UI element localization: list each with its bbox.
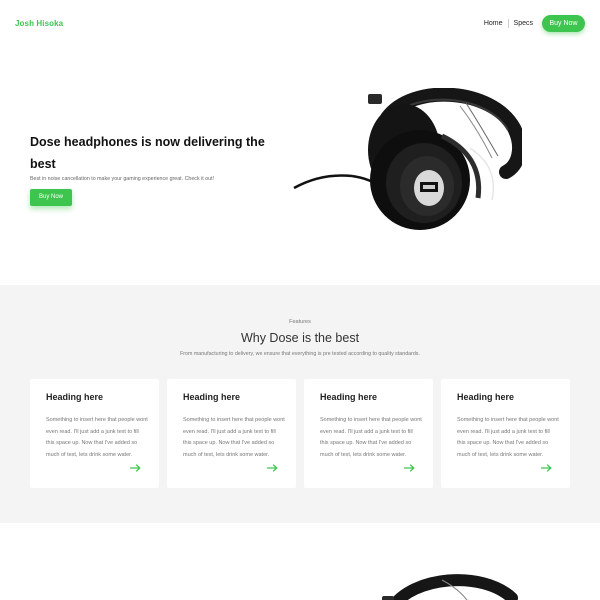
features-title: Why Dose is the best (240, 331, 360, 345)
card-heading: Heading here (46, 392, 104, 402)
card-body: Something to insert here that people won… (457, 417, 559, 458)
card-heading: Heading here (320, 392, 378, 402)
feature-card: Heading here Something to insert here th… (167, 379, 296, 488)
arrow-right-icon[interactable] (541, 464, 552, 472)
hero-buy-now-button[interactable]: Buy Now (30, 189, 72, 206)
arrow-right-icon[interactable] (404, 464, 415, 472)
feature-card: Heading here Something to insert here th… (304, 379, 433, 488)
features-section: Features Why Dose is the best From manuf… (0, 285, 600, 523)
feature-card: Heading here Something to insert here th… (441, 379, 570, 488)
top-nav: Josh Hisoka Home Specs Buy Now (0, 0, 600, 48)
headphones-icon (382, 574, 518, 600)
hero-title: Dose headphones is now delivering the be… (30, 135, 265, 171)
feature-card: Heading here Something to insert here th… (30, 379, 159, 488)
headphones-icon (293, 88, 522, 230)
hero-subtitle: Best in noise cancellation to make your … (30, 176, 215, 182)
card-heading: Heading here (183, 392, 241, 402)
features-subtitle: From manufacturing to delivery, we ensur… (180, 351, 420, 357)
card-body: Something to insert here that people won… (183, 417, 285, 458)
nav-buy-now-button[interactable]: Buy Now (542, 15, 585, 32)
card-body: Something to insert here that people won… (320, 417, 422, 458)
nav-link-specs[interactable]: Specs (511, 15, 536, 32)
arrow-right-icon[interactable] (130, 464, 141, 472)
brand-logo[interactable]: Josh Hisoka (15, 19, 63, 28)
nav-divider (507, 19, 509, 28)
card-body: Something to insert here that people won… (46, 417, 148, 458)
nav-link-home[interactable]: Home (481, 15, 506, 32)
card-heading: Heading here (457, 392, 515, 402)
feature-cards: Heading here Something to insert here th… (30, 379, 570, 488)
features-eyebrow: Features (289, 319, 311, 325)
arrow-right-icon[interactable] (267, 464, 278, 472)
nav-links: Home Specs Buy Now (481, 15, 585, 32)
